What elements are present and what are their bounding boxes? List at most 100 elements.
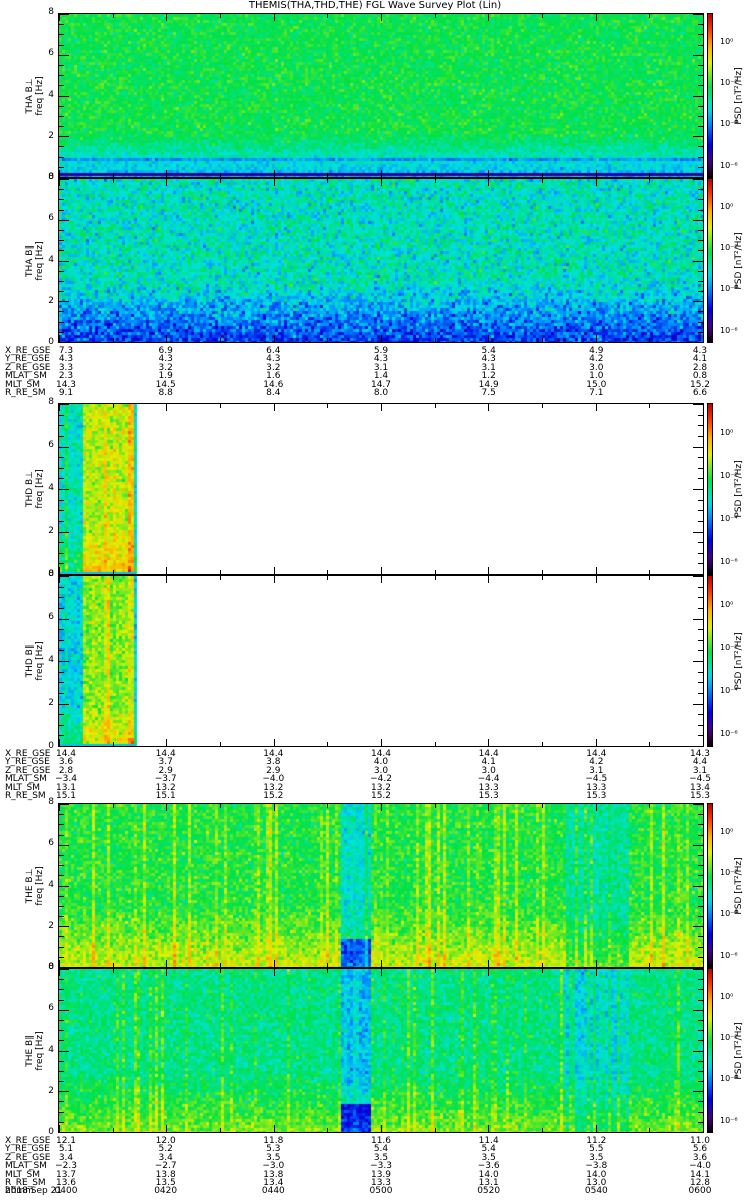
y-tick-left bbox=[59, 146, 64, 147]
colorbar-tick-label: 10⁻⁶ bbox=[720, 950, 738, 960]
y-tick-left bbox=[59, 1040, 64, 1041]
x-tick-top bbox=[220, 179, 221, 183]
panel-label: THA B∥ bbox=[25, 244, 35, 277]
ephemeris-value: 7.5 bbox=[481, 388, 496, 398]
y-tick-right bbox=[698, 553, 703, 554]
x-tick-bottom bbox=[327, 963, 328, 967]
y-tick-left bbox=[59, 845, 69, 846]
y-tick-left bbox=[59, 714, 64, 715]
colorbar-tick-label: 10⁻⁶ bbox=[720, 729, 738, 739]
y-tick-right bbox=[698, 34, 703, 35]
x-tick-bottom bbox=[488, 739, 489, 746]
colorbar-tick-label: 10⁰ bbox=[720, 36, 734, 46]
y-tick-right bbox=[693, 136, 703, 137]
y-tick-right bbox=[698, 979, 703, 980]
x-tick-top bbox=[542, 404, 543, 408]
x-tick-bottom bbox=[703, 739, 704, 746]
y-axis-label: freq [Hz] bbox=[35, 1030, 45, 1071]
x-tick-bottom bbox=[649, 742, 650, 746]
ephemeris-value: 8.8 bbox=[158, 388, 173, 398]
y-tick-right bbox=[698, 436, 703, 437]
x-tick-bottom bbox=[488, 170, 489, 177]
y-tick-left bbox=[59, 65, 64, 66]
colorbar-tick-label: 10⁻⁶ bbox=[720, 325, 738, 335]
y-tick-left bbox=[59, 167, 64, 168]
x-tick-top bbox=[542, 576, 543, 580]
y-tick-left bbox=[59, 1030, 64, 1031]
y-tick-right bbox=[693, 661, 703, 662]
colorbar-tick-label: 10⁻⁶ bbox=[720, 160, 738, 170]
x-tick-bottom bbox=[596, 739, 597, 746]
x-tick-top bbox=[220, 14, 221, 18]
x-tick-top bbox=[274, 404, 275, 411]
x-tick-bottom bbox=[381, 1125, 382, 1132]
y-tick-left bbox=[59, 640, 64, 641]
x-tick-top bbox=[220, 969, 221, 973]
x-tick-top bbox=[435, 14, 436, 18]
y-tick-left bbox=[59, 199, 64, 200]
x-tick-bottom bbox=[59, 960, 60, 967]
panel-label: THD B⊥ bbox=[25, 470, 35, 508]
y-tick-right bbox=[698, 1122, 703, 1123]
y-tick-left bbox=[59, 342, 69, 343]
x-tick-top bbox=[166, 969, 167, 976]
y-tick-label: 8 bbox=[48, 569, 54, 579]
y-tick-right bbox=[693, 55, 703, 56]
x-tick-bottom bbox=[113, 173, 114, 177]
y-tick-left bbox=[59, 521, 64, 522]
x-tick-top bbox=[59, 576, 60, 583]
y-tick-right bbox=[698, 521, 703, 522]
y-tick-left bbox=[59, 332, 64, 333]
x-tick-top bbox=[703, 14, 704, 21]
ephemeris-value: 0500 bbox=[369, 1186, 393, 1197]
y-tick-left bbox=[59, 1061, 64, 1062]
y-tick-left bbox=[59, 478, 64, 479]
x-tick-bottom bbox=[435, 963, 436, 967]
y-tick-right bbox=[698, 271, 703, 272]
y-tick-left bbox=[59, 693, 64, 694]
x-tick-top bbox=[542, 179, 543, 183]
colorbar-label: PSD [nT²/Hz] bbox=[734, 1021, 744, 1080]
colorbar-tick-label: 10⁻⁶ bbox=[720, 1115, 738, 1125]
y-tick-right bbox=[698, 116, 703, 117]
colorbar-tick-label: 10⁰ bbox=[720, 991, 734, 1001]
y-tick-right bbox=[698, 24, 703, 25]
x-tick-bottom bbox=[59, 567, 60, 574]
x-tick-bottom bbox=[274, 1125, 275, 1132]
y-tick-right bbox=[698, 629, 703, 630]
y-tick-left bbox=[59, 629, 64, 630]
y-tick-right bbox=[693, 746, 703, 747]
x-tick-bottom bbox=[435, 173, 436, 177]
x-tick-top bbox=[381, 969, 382, 976]
y-tick-left bbox=[59, 969, 69, 970]
x-tick-bottom bbox=[542, 963, 543, 967]
plot-title: THEMIS(THA,THD,THE) FGL Wave Survey Plot… bbox=[248, 0, 502, 11]
x-tick-top bbox=[327, 179, 328, 183]
x-tick-bottom bbox=[488, 567, 489, 574]
y-tick-right bbox=[693, 576, 703, 577]
y-tick-left bbox=[59, 1112, 64, 1113]
y-tick-right bbox=[698, 457, 703, 458]
x-tick-bottom bbox=[703, 960, 704, 967]
y-tick-right bbox=[698, 563, 703, 564]
y-tick-left bbox=[59, 855, 64, 856]
x-tick-bottom bbox=[220, 570, 221, 574]
y-tick-right bbox=[698, 989, 703, 990]
y-tick-left bbox=[59, 957, 64, 958]
ephemeris-value: 0600 bbox=[688, 1186, 712, 1197]
x-tick-bottom bbox=[220, 173, 221, 177]
ephemeris-value: 8.4 bbox=[266, 388, 281, 398]
x-tick-bottom bbox=[327, 570, 328, 574]
ephemeris-value: 0520 bbox=[477, 1186, 501, 1197]
colorbar-label: PSD [nT²/Hz] bbox=[734, 856, 744, 915]
x-tick-bottom bbox=[435, 570, 436, 574]
y-tick-right bbox=[698, 332, 703, 333]
colorbar bbox=[707, 968, 713, 1133]
y-tick-left bbox=[59, 404, 69, 405]
x-tick-top bbox=[59, 14, 60, 21]
x-tick-bottom bbox=[649, 963, 650, 967]
y-tick-left bbox=[59, 886, 69, 887]
y-tick-left bbox=[59, 468, 64, 469]
ephemeris-value: 0420 bbox=[154, 1186, 178, 1197]
x-tick-top bbox=[649, 969, 650, 973]
